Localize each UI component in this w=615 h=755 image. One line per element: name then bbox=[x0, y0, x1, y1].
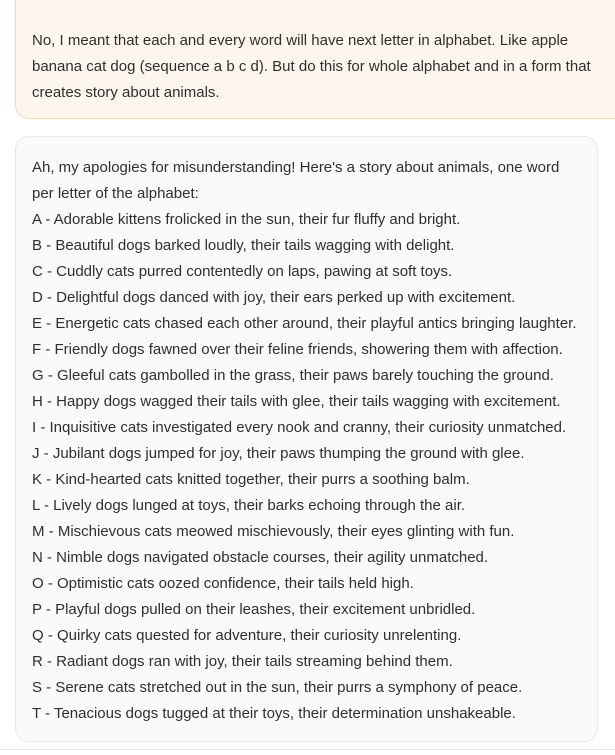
story-line: L - Lively dogs lunged at toys, their ba… bbox=[32, 497, 466, 514]
story-line: N - Nimble dogs navigated obstacle cours… bbox=[32, 549, 489, 566]
story-line: A - Adorable kittens frolicked in the su… bbox=[32, 211, 461, 228]
story-line: Q - Quirky cats quested for adventure, t… bbox=[32, 627, 462, 644]
assistant-message: Ah, my apologies for misunderstanding! H… bbox=[15, 136, 598, 742]
story-line: H - Happy dogs wagged their tails with g… bbox=[32, 393, 561, 410]
user-message: No, I meant that each and every word wil… bbox=[15, 0, 615, 119]
story-line: F - Friendly dogs fawned over their feli… bbox=[32, 341, 563, 358]
story-line: S - Serene cats stretched out in the sun… bbox=[32, 679, 523, 696]
story-line: G - Gleeful cats gambolled in the grass,… bbox=[32, 367, 554, 384]
story-line: T - Tenacious dogs tugged at their toys,… bbox=[32, 705, 516, 722]
story-line: R - Radiant dogs ran with joy, their tai… bbox=[32, 653, 453, 670]
story-line: M - Mischievous cats meowed mischievousl… bbox=[32, 523, 515, 540]
story-line: B - Beautiful dogs barked loudly, their … bbox=[32, 237, 455, 254]
story-line: E - Energetic cats chased each other aro… bbox=[32, 315, 577, 332]
story-line: J - Jubilant dogs jumped for joy, their … bbox=[32, 445, 525, 462]
story-line: C - Cuddly cats purred contentedly on la… bbox=[32, 263, 453, 280]
story-line: I - Inquisitive cats investigated every … bbox=[32, 419, 567, 436]
story-line: P - Playful dogs pulled on their leashes… bbox=[32, 601, 476, 618]
user-message-text: No, I meant that each and every word wil… bbox=[32, 32, 591, 101]
story-list: A - Adorable kittens frolicked in the su… bbox=[32, 207, 581, 727]
story-line: D - Delightful dogs danced with joy, the… bbox=[32, 289, 516, 306]
story-line: O - Optimistic cats oozed confidence, th… bbox=[32, 575, 414, 592]
divider bbox=[0, 749, 615, 750]
assistant-intro: Ah, my apologies for misunderstanding! H… bbox=[32, 159, 560, 202]
story-line: K - Kind-hearted cats knitted together, … bbox=[32, 471, 470, 488]
